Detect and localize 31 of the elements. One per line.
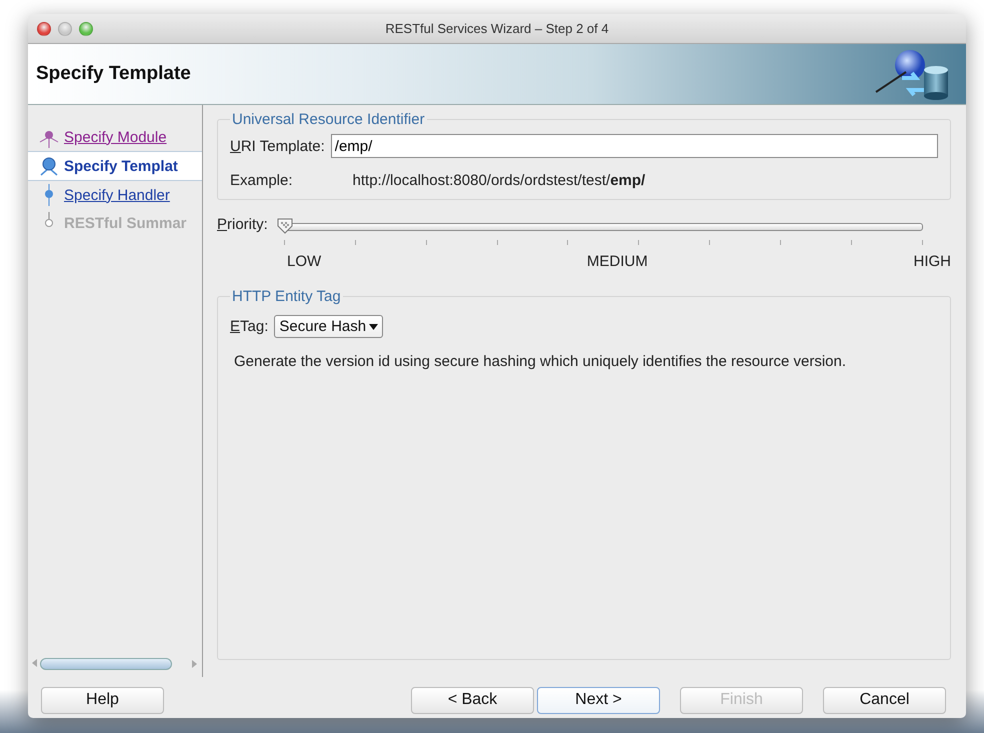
step-link[interactable]: Specify Templat <box>64 158 178 174</box>
uri-template-field[interactable]: /emp/ <box>330 134 938 158</box>
example-url: http://localhost:8080/ords/ordstest/test/emp/ <box>352 172 646 189</box>
step-marker-icon <box>38 155 60 177</box>
field-label: Example: <box>230 172 293 189</box>
page-heading: Specify Template <box>36 63 191 85</box>
horizontal-scrollbar[interactable] <box>32 657 198 671</box>
zoom-button[interactable] <box>79 22 93 36</box>
etag-dropdown[interactable]: Secure Hash <box>274 315 384 338</box>
wizard-button[interactable]: Next > <box>537 686 660 714</box>
etag-description: Generate the version id using secure hashing which uniquely identifies the resource version. <box>234 352 848 372</box>
window-title: RESTful Services Wizard – Step 2 of 4 <box>385 21 609 36</box>
field-label: URI Template: <box>230 138 325 154</box>
wizard-button[interactable]: < Back <box>411 686 534 714</box>
caret-icon <box>369 324 378 330</box>
group-title: HTTP Entity Tag <box>231 288 342 305</box>
field-label: Priority: <box>217 216 268 235</box>
wizard-button[interactable]: Cancel <box>823 686 946 714</box>
group-title: Universal Resource Identifier <box>231 111 426 128</box>
scale-label: MEDIUM <box>586 253 648 270</box>
close-button[interactable] <box>37 22 51 36</box>
field-label: ETag: <box>230 318 268 335</box>
scale-label: HIGH <box>914 253 951 270</box>
scale-label: LOW <box>287 253 322 270</box>
scroll-left-icon[interactable] <box>32 659 38 667</box>
step-link[interactable]: Specify Handler <box>64 186 170 204</box>
wizard-button[interactable]: Help <box>41 686 164 714</box>
scroll-right-icon[interactable] <box>192 660 198 668</box>
slider-thumb[interactable] <box>276 218 293 234</box>
minimize-button[interactable] <box>58 22 72 36</box>
step-link[interactable]: Specify Module <box>64 128 167 146</box>
